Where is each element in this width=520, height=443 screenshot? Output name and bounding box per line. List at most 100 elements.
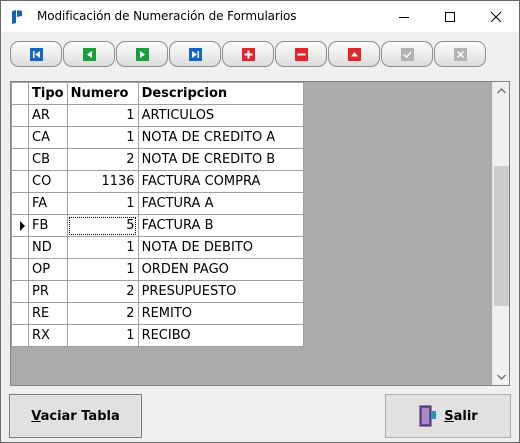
row-indicator	[11, 214, 29, 237]
minimize-icon	[399, 16, 409, 18]
nav-last-button[interactable]	[169, 41, 221, 67]
cell-tipo[interactable]: AR	[28, 104, 68, 127]
main-window: Modificación de Numeración de Formulario…	[0, 0, 520, 443]
numeracion-grid[interactable]: Tipo Numero Descripcion AR 1 ARTICULOS CA 1 N…	[10, 81, 510, 386]
salir-button[interactable]: Salir	[385, 394, 511, 438]
cell-numero[interactable]: 2	[66, 302, 139, 325]
table-row[interactable]: PR 2 PRESUPUESTO	[11, 280, 304, 303]
cell-tipo[interactable]: CO	[28, 170, 68, 193]
nav-prior-button[interactable]	[63, 41, 115, 67]
first-record-icon	[29, 47, 43, 61]
table-row[interactable]: CB 2 NOTA DE CREDITO B	[11, 148, 304, 171]
cell-descripcion[interactable]: NOTA DE DEBITO	[137, 236, 304, 259]
cell-descripcion[interactable]: REMITO	[137, 302, 304, 325]
cell-descripcion[interactable]: RECIBO	[137, 324, 304, 347]
cell-numero[interactable]: 2	[66, 148, 139, 171]
cell-numero[interactable]: 1136	[66, 170, 139, 193]
row-indicator	[11, 192, 29, 215]
close-icon	[491, 11, 501, 22]
row-indicator	[11, 148, 29, 171]
cell-descripcion[interactable]: NOTA DE CREDITO B	[137, 148, 304, 171]
nav-next-button[interactable]	[116, 41, 168, 67]
table-row[interactable]: FB 5 FACTURA B	[11, 214, 304, 237]
grid-body: AR 1 ARTICULOS CA 1 NOTA DE CREDITO A CB 2 NOTA …	[11, 104, 304, 347]
minus-icon	[294, 47, 308, 61]
cell-tipo[interactable]: PR	[28, 280, 68, 303]
minimize-button[interactable]	[381, 1, 427, 32]
cell-tipo[interactable]: OP	[28, 258, 68, 281]
table-row[interactable]: CO 1136 FACTURA COMPRA	[11, 170, 304, 193]
cell-tipo[interactable]: CA	[28, 126, 68, 149]
cell-numero[interactable]: 5	[66, 214, 139, 237]
cell-tipo[interactable]: RX	[28, 324, 68, 347]
cancel-icon	[453, 47, 467, 61]
maximize-button[interactable]	[427, 1, 473, 32]
app-icon	[12, 10, 22, 24]
table-row[interactable]: RE 2 REMITO	[11, 302, 304, 325]
column-header-numero[interactable]: Numero	[66, 82, 139, 105]
cell-tipo[interactable]: CB	[28, 148, 68, 171]
chevron-up-icon	[497, 87, 506, 93]
vaciar-tabla-button[interactable]: Vaciar Tabla	[9, 394, 142, 438]
plus-icon	[241, 47, 255, 61]
table-row[interactable]: RX 1 RECIBO	[11, 324, 304, 347]
prior-record-icon	[82, 47, 96, 61]
cell-numero[interactable]: 2	[66, 280, 139, 303]
chevron-down-icon	[497, 374, 506, 380]
row-indicator	[11, 280, 29, 303]
grid-table: Tipo Numero Descripcion AR 1 ARTICULOS CA 1 N…	[11, 82, 304, 347]
current-row-arrow-icon	[20, 220, 25, 231]
cell-tipo[interactable]: FB	[28, 214, 68, 237]
grid-header-row: Tipo Numero Descripcion	[11, 82, 304, 105]
title-bar: Modificación de Numeración de Formulario…	[1, 1, 519, 32]
row-indicator	[11, 302, 29, 325]
exit-door-icon	[419, 405, 438, 427]
maximize-icon	[445, 11, 455, 22]
cell-numero[interactable]: 1	[66, 126, 139, 149]
nav-post-button[interactable]	[381, 41, 433, 67]
window-title: Modificación de Numeración de Formulario…	[37, 9, 297, 23]
cell-descripcion[interactable]: FACTURA COMPRA	[137, 170, 304, 193]
vaciar-tabla-label: Vaciar Tabla	[31, 408, 120, 424]
edit-triangle-icon	[347, 47, 361, 61]
cell-descripcion[interactable]: ARTICULOS	[137, 104, 304, 127]
cell-descripcion[interactable]: ORDEN PAGO	[137, 258, 304, 281]
cell-tipo[interactable]: RE	[28, 302, 68, 325]
cell-numero[interactable]: 1	[66, 236, 139, 259]
row-indicator	[11, 170, 29, 193]
cell-tipo[interactable]: ND	[28, 236, 68, 259]
cell-numero[interactable]: 1	[66, 258, 139, 281]
row-indicator	[11, 126, 29, 149]
cell-descripcion[interactable]: FACTURA B	[137, 214, 304, 237]
nav-delete-button[interactable]	[275, 41, 327, 67]
vertical-scrollbar[interactable]	[492, 82, 509, 385]
table-row[interactable]: OP 1 ORDEN PAGO	[11, 258, 304, 281]
cell-numero[interactable]: 1	[66, 104, 139, 127]
table-row[interactable]: ND 1 NOTA DE DEBITO	[11, 236, 304, 259]
table-row[interactable]: CA 1 NOTA DE CREDITO A	[11, 126, 304, 149]
check-icon	[400, 47, 414, 61]
table-row[interactable]: AR 1 ARTICULOS	[11, 104, 304, 127]
scroll-thumb[interactable]	[494, 166, 509, 306]
nav-cancel-button[interactable]	[434, 41, 486, 67]
cell-descripcion[interactable]: PRESUPUESTO	[137, 280, 304, 303]
nav-edit-button[interactable]	[328, 41, 380, 67]
cell-numero[interactable]: 1	[66, 324, 139, 347]
scroll-down-button[interactable]	[493, 368, 510, 385]
cell-numero[interactable]: 1	[66, 192, 139, 215]
cell-descripcion[interactable]: NOTA DE CREDITO A	[137, 126, 304, 149]
column-header-descripcion[interactable]: Descripcion	[137, 82, 304, 105]
close-button[interactable]	[473, 1, 519, 32]
scroll-up-button[interactable]	[493, 82, 510, 99]
column-header-tipo[interactable]: Tipo	[28, 82, 68, 105]
row-indicator	[11, 324, 29, 347]
nav-insert-button[interactable]	[222, 41, 274, 67]
nav-first-button[interactable]	[10, 41, 62, 67]
cell-tipo[interactable]: FA	[28, 192, 68, 215]
row-indicator	[11, 236, 29, 259]
indicator-header	[11, 82, 29, 105]
cell-descripcion[interactable]: FACTURA A	[137, 192, 304, 215]
salir-label: Salir	[444, 408, 478, 424]
table-row[interactable]: FA 1 FACTURA A	[11, 192, 304, 215]
next-record-icon	[135, 47, 149, 61]
